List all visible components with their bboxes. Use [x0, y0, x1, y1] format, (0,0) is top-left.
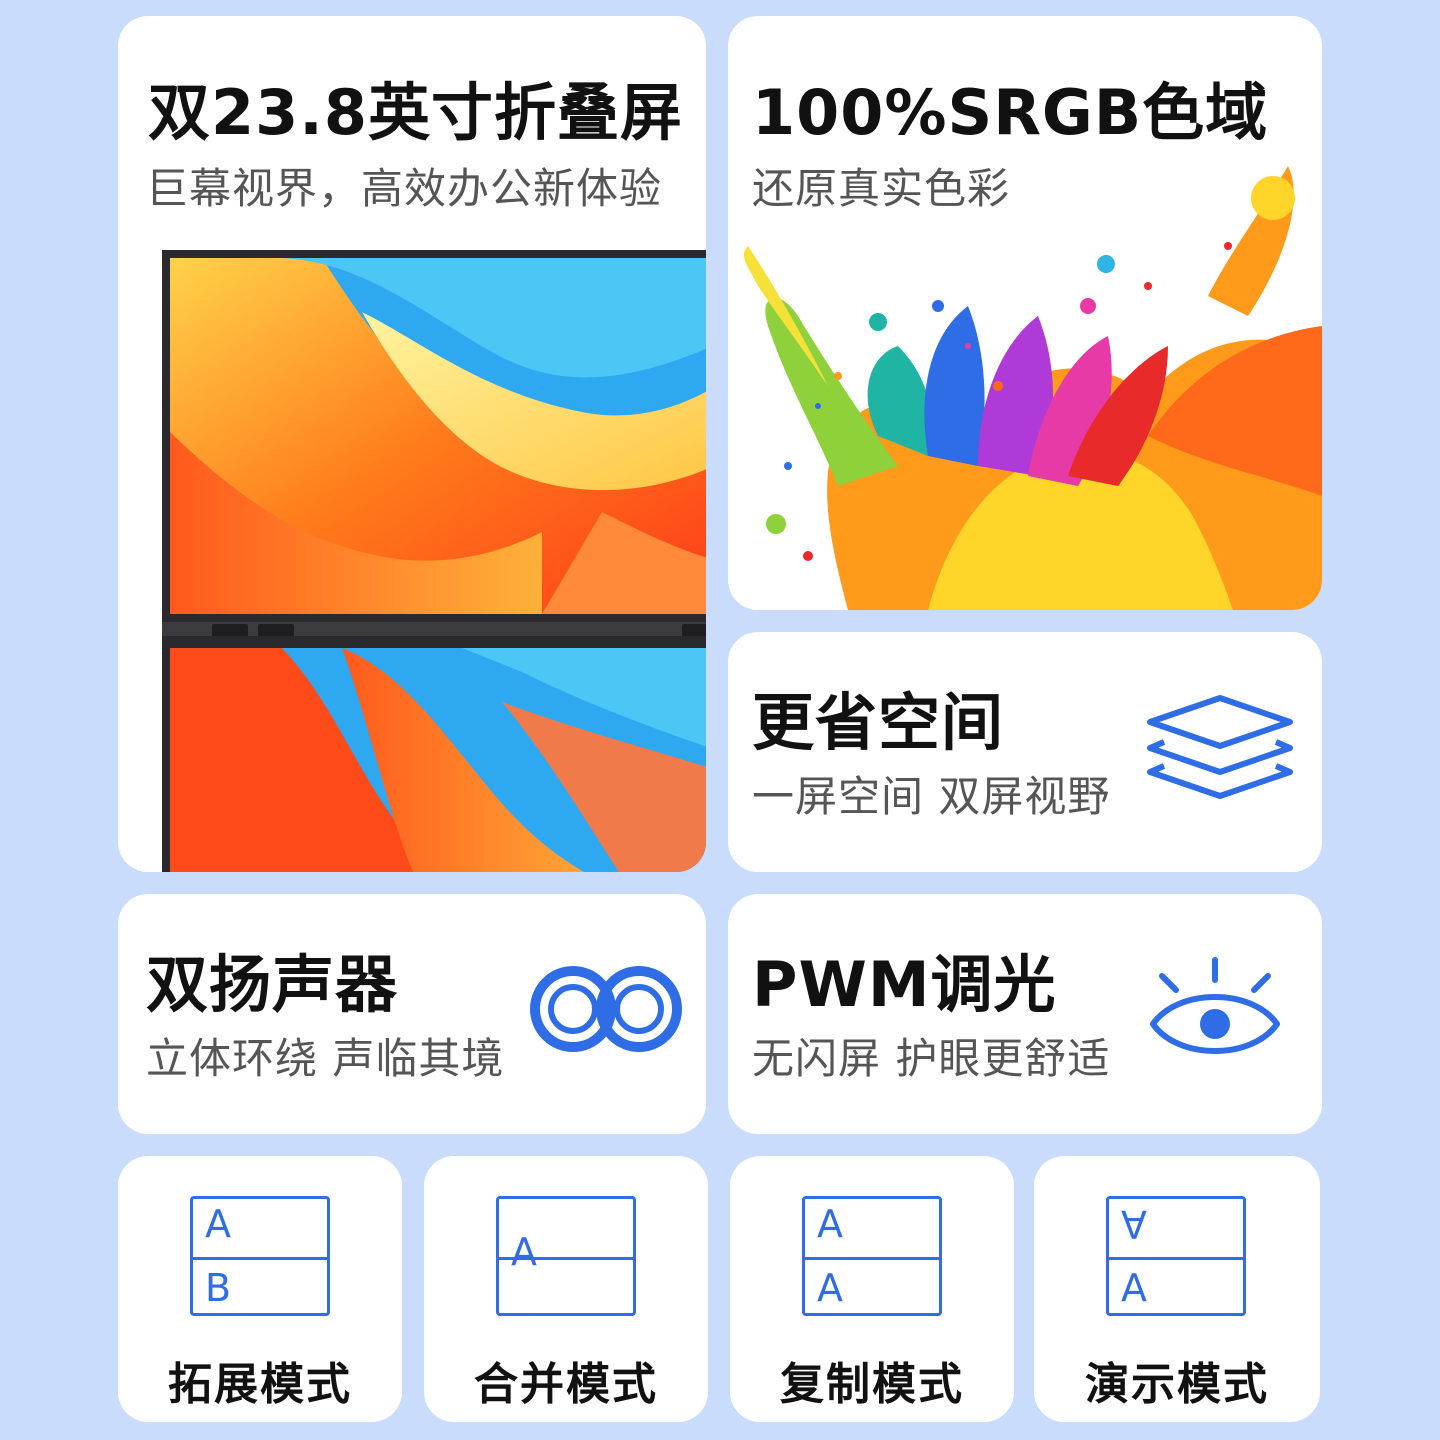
dual-speaker-title: 双扬声器	[146, 948, 399, 1021]
extend-mode-icon: A B	[190, 1196, 330, 1316]
space-saving-title: 更省空间	[752, 686, 1005, 759]
mode-divider	[193, 1257, 327, 1260]
extend-mode-label: 拓展模式	[168, 1359, 352, 1410]
space-saving-subtitle: 一屏空间 双屏视野	[752, 772, 1111, 821]
copy-mode-label: 复制模式	[780, 1359, 964, 1410]
merge-mode-icon: A	[496, 1196, 636, 1316]
mode-center-letter: A	[511, 1230, 537, 1274]
mode-top-letter: A	[817, 1202, 843, 1246]
folding-screen-title: 双23.8英寸折叠屏	[148, 76, 683, 149]
mode-bottom-letter: B	[205, 1266, 232, 1310]
mode-bottom-letter: A	[1121, 1266, 1147, 1310]
pwm-card: PWM调光 无闪屏 护眼更舒适	[728, 894, 1322, 1134]
color-gamut-card: 100%SRGB色域 还原真实色彩	[728, 16, 1322, 610]
pwm-title: PWM调光	[752, 948, 1057, 1021]
mode-divider	[805, 1257, 939, 1260]
mode-card-present: A A 演示模式	[1034, 1156, 1320, 1422]
present-mode-label: 演示模式	[1085, 1359, 1269, 1410]
mode-card-copy: A A 复制模式	[730, 1156, 1014, 1422]
folding-screen-card: 双23.8英寸折叠屏 巨幕视界，高效办公新体验	[118, 16, 706, 872]
mode-bottom-letter: A	[817, 1266, 843, 1310]
color-gamut-title: 100%SRGB色域	[752, 76, 1269, 149]
mode-card-merge: A 合并模式	[424, 1156, 708, 1422]
layers-icon	[1140, 692, 1300, 802]
present-mode-icon: A A	[1106, 1196, 1246, 1316]
folding-screen-subtitle: 巨幕视界，高效办公新体验	[146, 164, 663, 213]
merge-mode-label: 合并模式	[474, 1359, 658, 1410]
mode-top-letter: A	[205, 1202, 231, 1246]
mode-divider	[1109, 1257, 1243, 1260]
copy-mode-icon: A A	[802, 1196, 942, 1316]
mode-top-letter-flipped: A	[1121, 1202, 1147, 1246]
mode-card-extend: A B 拓展模式	[118, 1156, 402, 1422]
pwm-subtitle: 无闪屏 护眼更舒适	[752, 1034, 1111, 1083]
paint-splash-image	[728, 136, 1322, 610]
dual-speaker-icon	[528, 964, 684, 1054]
dual-speaker-subtitle: 立体环绕 声临其境	[146, 1034, 505, 1083]
space-saving-card: 更省空间 一屏空间 双屏视野	[728, 632, 1322, 872]
dual-speaker-card: 双扬声器 立体环绕 声临其境	[118, 894, 706, 1134]
dual-monitor-image	[162, 232, 706, 872]
eye-icon	[1148, 956, 1282, 1066]
